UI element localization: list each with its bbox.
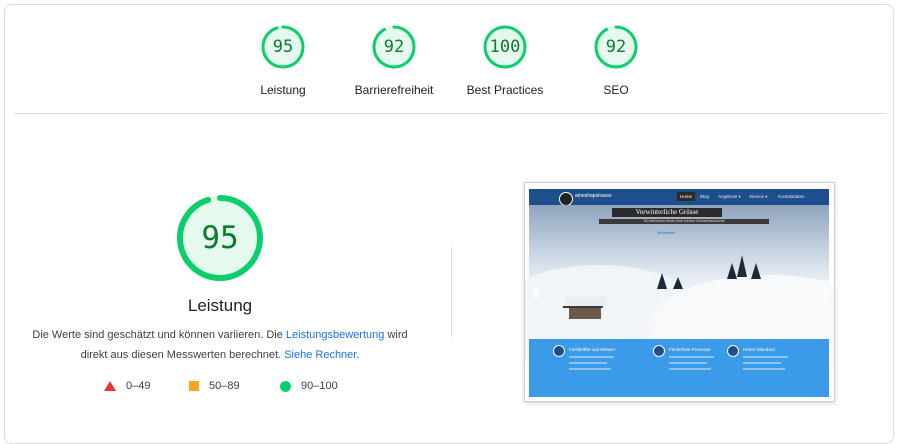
logo-text: ameshapstrasse: [575, 193, 612, 199]
feature-title: Fachkräfte und Wissen: [569, 347, 616, 352]
screenshot-hero: Vorwinterliche Grüsse Wir wünschen Ihnen…: [525, 205, 834, 375]
feature-title: Hoher Standard: [743, 347, 775, 352]
score-value: 95: [272, 37, 294, 57]
legend-average: 50–89: [189, 380, 240, 392]
nav-item: Service ▾: [749, 194, 768, 199]
gauge-label: Best Practices: [466, 83, 544, 97]
cabin: [569, 305, 601, 319]
main-score-value: 95: [201, 220, 239, 256]
feature-item: Fehlerfreie Prozesse: [653, 345, 714, 370]
hero-title: Vorwinterliche Grüsse: [612, 208, 722, 217]
desc-text: Die Werte sind geschätzt und können vari…: [32, 329, 286, 341]
tree-icon: [751, 263, 761, 279]
logo-icon: [559, 192, 573, 206]
text-line: [743, 356, 788, 358]
gauge-label: Leistung: [260, 83, 306, 97]
feature-item: Fachkräfte und Wissen: [553, 345, 615, 370]
vertical-divider: [451, 247, 452, 337]
feature-item: Hoher Standard: [727, 345, 788, 370]
section-divider: [14, 113, 886, 114]
text-line: [569, 362, 607, 364]
desc-text: .: [356, 349, 360, 361]
legend-range: 50–89: [209, 380, 240, 392]
text-line: [669, 362, 707, 364]
slider-prev-icon: [533, 289, 539, 299]
legend-range: 0–49: [126, 380, 151, 392]
gauge-barrierefreiheit[interactable]: 92 Barrierefreiheit: [334, 24, 454, 97]
score-value: 92: [383, 37, 405, 57]
score-ring: 100: [482, 24, 528, 70]
hero-subtitle: Wir wünschen Ihnen eine schöne Vorweihna…: [599, 219, 769, 224]
main-score-title: Leistung: [187, 296, 253, 315]
gauge-label: Barrierefreiheit: [354, 83, 434, 97]
legend-pass: 90–100: [280, 380, 338, 392]
square-icon: [189, 381, 199, 391]
text-line: [743, 368, 785, 370]
score-value: 100: [489, 37, 521, 57]
main-score-gauge: 95: [175, 193, 265, 283]
legend-range: 90–100: [301, 380, 338, 392]
nav-item: Angebote ▾: [718, 194, 741, 199]
tree-icon: [727, 263, 737, 279]
tree-icon: [657, 273, 667, 289]
category-gauges: 95 Leistung 92 Barrierefreiheit 100 Best…: [0, 0, 900, 112]
tree-icon: [673, 277, 683, 289]
performance-score-link[interactable]: Leistungsbewertung: [286, 329, 384, 341]
screenshot-features: Fachkräfte und Wissen Fehlerfreie Prozes…: [529, 339, 829, 397]
feature-title: Fehlerfreie Prozesse: [669, 347, 711, 352]
score-ring: 92: [593, 24, 639, 70]
screenshot-navbar: ameshapstrasse Home Blog Angebote ▾ Serv…: [529, 189, 829, 206]
text-line: [569, 356, 614, 358]
gauge-leistung[interactable]: 95 Leistung: [223, 24, 343, 97]
flag-icon: [727, 345, 739, 357]
text-line: [569, 368, 611, 370]
nav-item: Home: [677, 192, 696, 201]
gauge-best-practices[interactable]: 100 Best Practices: [445, 24, 565, 97]
score-value: 92: [605, 37, 627, 57]
text-line: [669, 356, 714, 358]
tree-icon: [737, 255, 747, 277]
hero-link: Weiterlesen: [657, 231, 676, 235]
score-description: Die Werte sind geschätzt und können vari…: [24, 325, 416, 365]
final-screenshot[interactable]: ameshapstrasse Home Blog Angebote ▾ Serv…: [524, 182, 835, 402]
nav-item: Blog: [700, 194, 710, 199]
slider-next-icon: [823, 289, 829, 299]
nav-item: Kontaktdaten: [778, 194, 805, 199]
text-line: [743, 362, 781, 364]
refresh-icon: [553, 345, 565, 357]
text-line: [669, 368, 711, 370]
gauge-seo[interactable]: 92 SEO: [556, 24, 676, 97]
score-ring: 95: [260, 24, 306, 70]
calculator-link[interactable]: Siehe Rechner: [284, 349, 356, 361]
circle-icon: [280, 380, 291, 392]
gauge-label: SEO: [603, 83, 629, 97]
triangle-icon: [104, 381, 116, 391]
check-icon: [653, 345, 665, 357]
legend-fail: 0–49: [104, 380, 150, 392]
score-ring: 92: [371, 24, 417, 70]
